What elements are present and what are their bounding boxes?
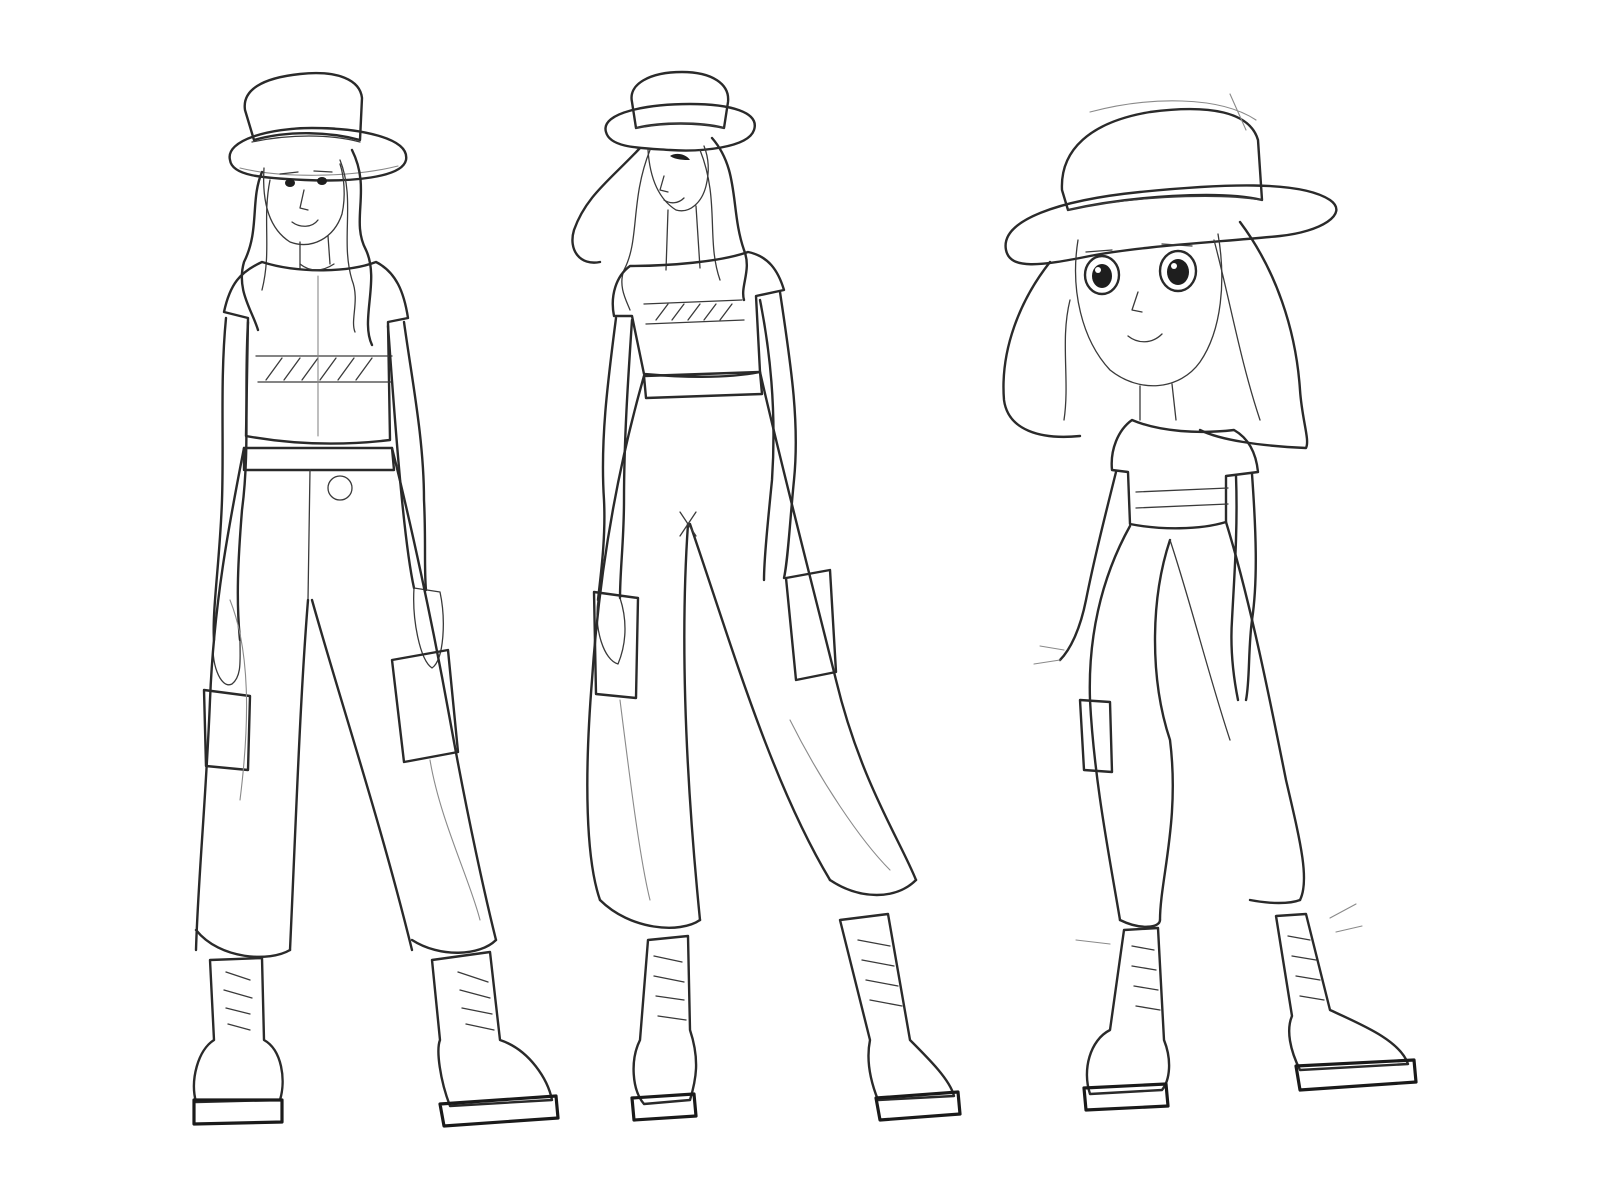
figure-three-quarter-view xyxy=(571,70,962,1122)
hair-stylized xyxy=(1002,220,1309,450)
arms-front xyxy=(212,316,444,686)
figure-stylized-view xyxy=(1002,93,1418,1112)
face-three-quarter xyxy=(647,145,709,271)
crop-top-front xyxy=(222,260,410,445)
hat-three-quarter xyxy=(604,70,756,152)
character-turnaround-sketch xyxy=(192,70,1418,1128)
boots-front xyxy=(192,950,560,1128)
face-stylized xyxy=(1074,233,1223,421)
crop-top-three-quarter xyxy=(611,250,786,378)
pants-three-quarter xyxy=(586,370,918,929)
pants-stylized xyxy=(1078,520,1306,928)
arms-stylized xyxy=(1033,470,1257,702)
figure-front-view xyxy=(192,71,560,1128)
hat-stylized xyxy=(1004,93,1338,266)
sketch-canvas xyxy=(0,0,1600,1189)
boots-stylized xyxy=(1075,903,1418,1112)
hat-front xyxy=(228,71,408,182)
arms-three-quarter xyxy=(596,290,798,665)
boots-three-quarter xyxy=(630,912,962,1122)
hair-three-quarter xyxy=(571,136,749,311)
